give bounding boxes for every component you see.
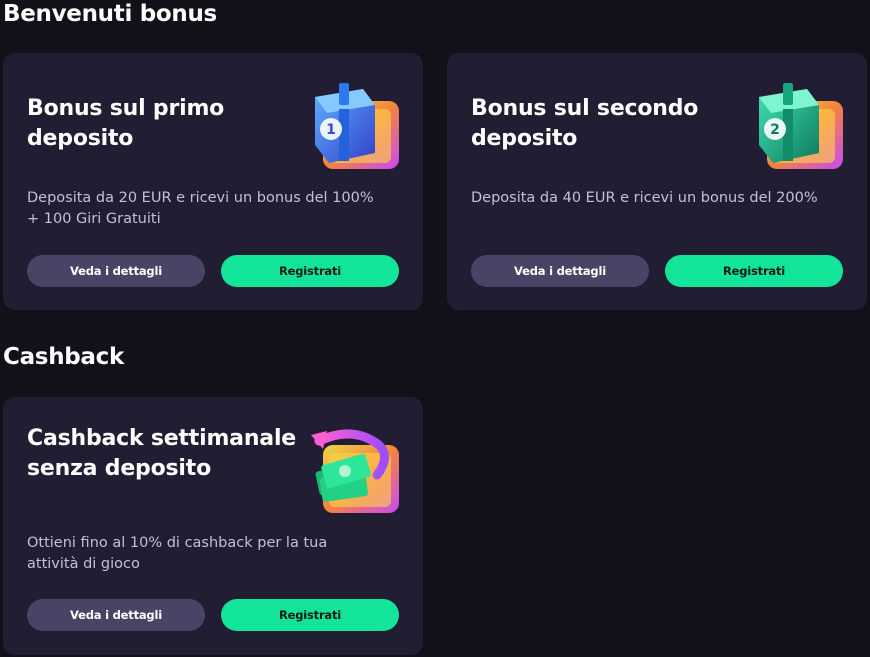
cashback-card-weekly: Cashback settimanale senza deposito Otti… bbox=[3, 397, 423, 655]
section-title-welcome-bonus: Benvenuti bonus bbox=[3, 1, 217, 27]
details-button[interactable]: Veda i dettagli bbox=[27, 255, 205, 287]
card-description: Deposita da 40 EUR e ricevi un bonus del… bbox=[471, 190, 818, 206]
gift-box-2-icon: 2 bbox=[747, 79, 847, 179]
register-button[interactable]: Registrati bbox=[221, 599, 399, 631]
card-title: Bonus sul secondo deposito bbox=[471, 96, 699, 151]
card-title: Cashback settimanale senza deposito bbox=[27, 426, 297, 481]
bonus-card-second-deposit: Bonus sul secondo deposito 2 Deposita da… bbox=[447, 53, 867, 310]
details-button[interactable]: Veda i dettagli bbox=[27, 599, 205, 631]
svg-text:2: 2 bbox=[770, 122, 780, 138]
gift-box-1-icon: 1 bbox=[303, 79, 403, 179]
bonus-card-first-deposit: Bonus sul primo deposito 1 Deposita da 2… bbox=[3, 53, 423, 310]
svg-text:1: 1 bbox=[326, 122, 336, 138]
card-title: Bonus sul primo deposito bbox=[27, 96, 225, 151]
card-description: Ottieni fino al 10% di cashback per la t… bbox=[27, 535, 328, 572]
section-title-cashback: Cashback bbox=[3, 344, 124, 370]
register-button[interactable]: Registrati bbox=[665, 255, 843, 287]
card-description: Deposita da 20 EUR e ricevi un bonus del… bbox=[27, 190, 374, 227]
cashback-money-icon bbox=[303, 423, 403, 523]
register-button[interactable]: Registrati bbox=[221, 255, 399, 287]
details-button[interactable]: Veda i dettagli bbox=[471, 255, 649, 287]
